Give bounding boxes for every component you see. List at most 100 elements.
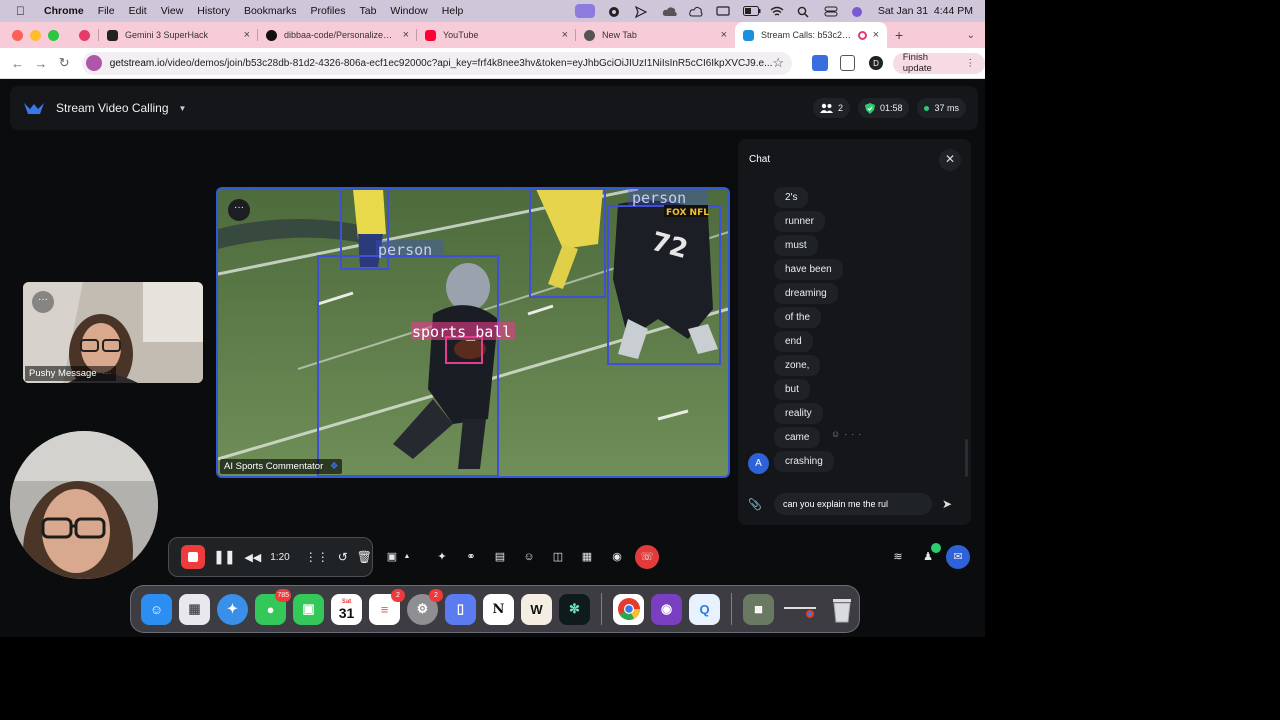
tab-stream-calls[interactable]: Stream Calls: b53c28db- × [735, 22, 887, 48]
menu-help[interactable]: Help [442, 5, 464, 17]
new-tab-button[interactable]: + [895, 27, 903, 43]
url-text[interactable]: getstream.io/video/demos/join/b53c28db-8… [110, 58, 773, 69]
close-window-button[interactable] [12, 29, 23, 41]
tab-recording-indicator[interactable] [73, 22, 99, 48]
close-tab-icon[interactable]: × [873, 29, 879, 41]
caret-down-icon[interactable]: ▼ [179, 104, 187, 113]
menu-app-name[interactable]: Chrome [44, 5, 84, 17]
site-info-icon[interactable] [85, 55, 102, 71]
close-tab-icon[interactable]: × [562, 29, 568, 41]
end-call-button[interactable]: ☏ [635, 545, 659, 569]
address-bar[interactable]: getstream.io/video/demos/join/b53c28db-8… [81, 51, 793, 75]
dock-system-settings[interactable]: ⚙ 2 [407, 588, 443, 625]
dock-finder[interactable]: ☺ [141, 593, 172, 625]
menu-tab[interactable]: Tab [359, 5, 376, 17]
back-button[interactable]: ← [6, 56, 29, 71]
stats-icon[interactable]: ≋ [886, 545, 910, 569]
tab-github[interactable]: dibbaa-code/PersonalizedCo × [258, 22, 417, 48]
menu-edit[interactable]: Edit [129, 5, 147, 17]
layout-icon[interactable]: ▦ [575, 545, 599, 569]
sparkle-icon[interactable]: ✦ [430, 545, 454, 569]
record-status-icon[interactable] [608, 6, 622, 17]
search-icon[interactable] [797, 6, 811, 18]
reaction-emoji-icon[interactable]: ☺ [517, 545, 541, 569]
reload-button[interactable]: ↻ [53, 55, 76, 71]
menu-bookmarks[interactable]: Bookmarks [244, 5, 297, 17]
menu-profiles[interactable]: Profiles [310, 5, 345, 17]
dock-messages[interactable]: ● 785 [255, 588, 291, 625]
dock-github-desktop[interactable]: ◉ [651, 593, 682, 625]
pause-icon[interactable]: ❚❚ [214, 549, 236, 565]
chat-input[interactable] [774, 493, 932, 515]
extensions-puzzle-icon[interactable] [839, 55, 856, 71]
wifi-icon[interactable] [770, 6, 784, 17]
close-tab-icon[interactable]: × [403, 29, 409, 41]
participants-badge[interactable]: 2 [812, 98, 850, 118]
cloud-sync-icon[interactable] [689, 6, 703, 17]
dock-warp[interactable]: W [521, 593, 552, 625]
video-options-button[interactable]: ··· [228, 199, 250, 221]
finish-update-button[interactable]: Finish update ⋮ [892, 52, 985, 74]
siri-icon[interactable] [851, 6, 865, 17]
send-message-button[interactable]: ➤ [942, 497, 952, 511]
dock-recent-file[interactable]: ▩ [743, 593, 774, 625]
minimize-window-button[interactable] [30, 29, 41, 41]
dock-launchpad[interactable]: ▦ [179, 593, 210, 625]
bookmark-star-icon[interactable]: ☆ [772, 55, 784, 71]
rewind-icon[interactable]: ◀◀ [244, 551, 261, 564]
zoom-window-button[interactable] [48, 29, 59, 41]
message-actions[interactable]: ☺··· [831, 429, 865, 439]
menu-view[interactable]: View [161, 5, 184, 17]
dock-chrome[interactable] [613, 593, 644, 625]
chat-toggle-button[interactable]: ✉ [946, 545, 970, 569]
close-chat-button[interactable]: ✕ [939, 149, 961, 171]
main-video-tile[interactable]: 72 person person sports_ball FOX NFL ···… [216, 187, 730, 478]
call-title[interactable]: Stream Video Calling [56, 101, 169, 115]
chat-scrollbar[interactable] [965, 439, 968, 477]
tab-new-tab[interactable]: New Tab × [576, 22, 735, 48]
tab-gemini-superhack[interactable]: Gemini 3 SuperHack × [99, 22, 258, 48]
dock-codex[interactable]: ✼ [559, 593, 590, 625]
battery-icon[interactable] [742, 5, 761, 17]
menu-file[interactable]: File [98, 5, 115, 17]
dock-iphone-mirroring[interactable]: ▯ [445, 593, 476, 625]
screen-recording-icon[interactable] [574, 4, 595, 18]
noise-cancel-icon[interactable]: ⚭ [459, 545, 483, 569]
close-tab-icon[interactable]: × [244, 29, 250, 41]
stop-recording-button[interactable] [181, 545, 205, 569]
extension-icon[interactable] [812, 55, 828, 71]
record-call-icon[interactable]: ◉ [605, 545, 629, 569]
tab-youtube[interactable]: YouTube × [417, 22, 576, 48]
forward-button[interactable]: → [29, 56, 52, 71]
display-icon[interactable] [716, 5, 730, 17]
dock-safari[interactable]: ✦ [217, 593, 248, 625]
send-icon[interactable] [634, 5, 649, 18]
trash-icon[interactable]: 🗑 [357, 550, 372, 564]
closed-captions-icon[interactable]: ▤ [488, 545, 512, 569]
dock-reminders[interactable]: ≡ 2 [369, 588, 405, 625]
screen-share-icon[interactable]: ◫ [546, 545, 570, 569]
menu-history[interactable]: History [197, 5, 230, 17]
profile-avatar[interactable]: D [869, 56, 883, 70]
paperclip-icon[interactable]: 📎 [748, 498, 762, 511]
restart-icon[interactable]: ↺ [338, 550, 348, 564]
dock-calendar[interactable]: Sat 31 [331, 593, 362, 625]
dock-trash[interactable] [826, 594, 857, 625]
tab-search-chevron-icon[interactable]: ⌄ [967, 30, 975, 41]
reaction-icon[interactable]: ☺ [831, 429, 844, 439]
cloud-icon[interactable] [662, 6, 677, 17]
dock-quicktime[interactable]: Q [689, 593, 720, 625]
menu-clock[interactable]: Sat Jan 31 4:44 PM [878, 5, 973, 17]
participant-tile[interactable]: ··· Pushy Message ··· [23, 282, 203, 383]
apple-icon[interactable]:  [16, 4, 32, 18]
menu-window[interactable]: Window [390, 5, 427, 17]
more-icon[interactable]: ··· [844, 429, 865, 439]
tile-options-button[interactable]: ··· [32, 291, 54, 313]
dock-downloads-stack[interactable] [781, 594, 819, 625]
grid-icon[interactable]: ⋮⋮ [305, 550, 329, 564]
dock-notion[interactable]: N [483, 593, 514, 625]
close-tab-icon[interactable]: × [721, 29, 727, 41]
control-center-icon[interactable] [824, 6, 838, 17]
dock-facetime[interactable]: ▣ [293, 593, 324, 625]
camera-options-caret-icon[interactable]: ▲ [400, 545, 414, 569]
